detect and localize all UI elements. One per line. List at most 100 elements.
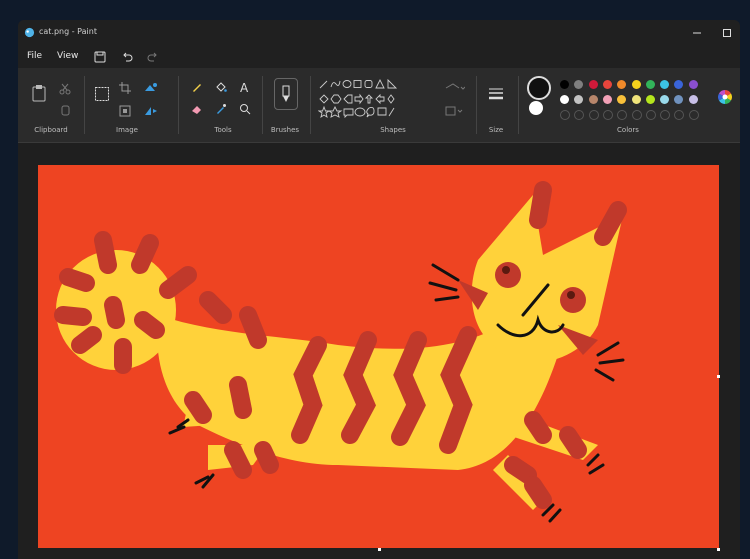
secondary-color[interactable]: [529, 101, 543, 115]
size-group-label: Size: [488, 126, 504, 134]
eraser-icon: [192, 106, 201, 114]
color-swatch[interactable]: [688, 80, 698, 89]
color-swatch[interactable]: [602, 110, 613, 120]
pencil-tool[interactable]: [188, 78, 206, 96]
save-icon: [94, 51, 106, 63]
color-swatch[interactable]: [617, 95, 627, 104]
text-tool[interactable]: A: [236, 78, 254, 96]
maximize-icon: [723, 29, 731, 37]
outline-button[interactable]: [444, 79, 466, 97]
color-swatch[interactable]: [560, 110, 570, 120]
menu-file[interactable]: File: [24, 49, 45, 63]
color-picker-tool[interactable]: [212, 100, 230, 118]
outline-icon: [445, 83, 465, 90]
color-swatch[interactable]: [588, 80, 598, 89]
color-swatch[interactable]: [674, 95, 684, 104]
color-swatch[interactable]: [631, 95, 641, 104]
color-swatch[interactable]: [688, 95, 698, 104]
paste-button[interactable]: [28, 82, 50, 104]
brushes-button[interactable]: [274, 78, 298, 110]
save-button[interactable]: [93, 50, 107, 64]
color-swatch[interactable]: [631, 80, 641, 89]
resize-button[interactable]: [116, 102, 134, 120]
drawing-canvas[interactable]: [38, 165, 719, 548]
magnifier-icon: [240, 104, 251, 115]
title-bar: cat.png - Paint: [18, 20, 740, 46]
line-size-icon: [489, 88, 503, 100]
rotate-button[interactable]: [142, 102, 160, 120]
crop-button[interactable]: [116, 79, 134, 97]
color-swatch[interactable]: [602, 80, 612, 89]
resize-icon: [119, 105, 131, 117]
copy-icon: [61, 105, 70, 116]
size-button[interactable]: [484, 84, 508, 104]
color-swatch[interactable]: [674, 80, 684, 89]
select-button[interactable]: [92, 84, 112, 104]
color-swatch[interactable]: [560, 95, 569, 104]
color-swatch[interactable]: [574, 80, 584, 89]
brushes-group-label: Brushes: [270, 126, 300, 134]
image-group-label: Image: [116, 126, 138, 134]
redo-button[interactable]: [146, 50, 160, 64]
scissors-icon: [59, 83, 71, 95]
color-swatch[interactable]: [588, 95, 598, 104]
crop-icon: [119, 82, 131, 94]
canvas-workspace: [18, 143, 740, 559]
eraser-tool[interactable]: [188, 100, 206, 118]
paste-icon: [32, 85, 46, 102]
color-swatch[interactable]: [617, 80, 627, 89]
window-title: cat.png - Paint: [39, 27, 97, 36]
menu-bar: File View: [18, 46, 740, 68]
color-swatch[interactable]: [660, 95, 670, 104]
eyedropper-icon: [217, 104, 226, 114]
color-swatch[interactable]: [688, 110, 699, 120]
color-swatch[interactable]: [660, 110, 671, 120]
resize-handle-right[interactable]: [717, 375, 720, 378]
color-swatch[interactable]: [560, 80, 569, 89]
color-swatch[interactable]: [631, 110, 642, 120]
ribbon-separator: [518, 76, 519, 134]
fill-shape-icon: [445, 106, 463, 116]
ribbon-separator: [84, 76, 85, 134]
color-wheel-icon: [718, 90, 732, 104]
selection-icon: [95, 87, 109, 101]
minimize-button[interactable]: [684, 23, 710, 43]
remove-background-button[interactable]: [142, 79, 160, 97]
text-icon: A: [240, 81, 249, 93]
color-swatch[interactable]: [660, 80, 670, 89]
maximize-button[interactable]: [714, 23, 740, 43]
rotate-icon: [145, 107, 157, 115]
clipboard-group-label: Clipboard: [34, 126, 68, 134]
minimize-icon: [693, 32, 701, 34]
redo-icon: [147, 52, 157, 62]
color-swatch[interactable]: [645, 80, 655, 89]
undo-button[interactable]: [120, 50, 134, 64]
cut-button[interactable]: [56, 80, 74, 98]
paint-window: cat.png - Paint File View Clipboard Imag…: [18, 20, 740, 559]
tools-group-label: Tools: [214, 126, 232, 134]
color-swatch[interactable]: [645, 110, 656, 120]
color-swatch[interactable]: [617, 110, 628, 120]
fill-tool[interactable]: [212, 78, 230, 96]
pencil-icon: [193, 84, 201, 92]
color-swatch[interactable]: [645, 95, 655, 104]
resize-handle-corner[interactable]: [717, 548, 720, 551]
edit-colors-button[interactable]: [716, 88, 734, 106]
color-swatch[interactable]: [588, 110, 599, 120]
shapes-gallery[interactable]: [318, 78, 428, 122]
copy-button[interactable]: [56, 102, 74, 120]
remove-background-icon: [145, 83, 157, 91]
color-swatch[interactable]: [674, 110, 685, 120]
color-swatch[interactable]: [574, 95, 584, 104]
color-swatch[interactable]: [574, 110, 585, 120]
resize-handle-bottom[interactable]: [378, 548, 381, 551]
shapes-group-label: Shapes: [380, 126, 406, 134]
magnifier-tool[interactable]: [236, 100, 254, 118]
ribbon-separator: [310, 76, 311, 134]
fill-shape-button[interactable]: [444, 102, 466, 120]
primary-color[interactable]: [527, 76, 551, 100]
color-swatch[interactable]: [602, 95, 612, 104]
cat-drawing: [54, 181, 627, 523]
menu-view[interactable]: View: [54, 49, 81, 63]
brush-icon: [282, 85, 290, 102]
